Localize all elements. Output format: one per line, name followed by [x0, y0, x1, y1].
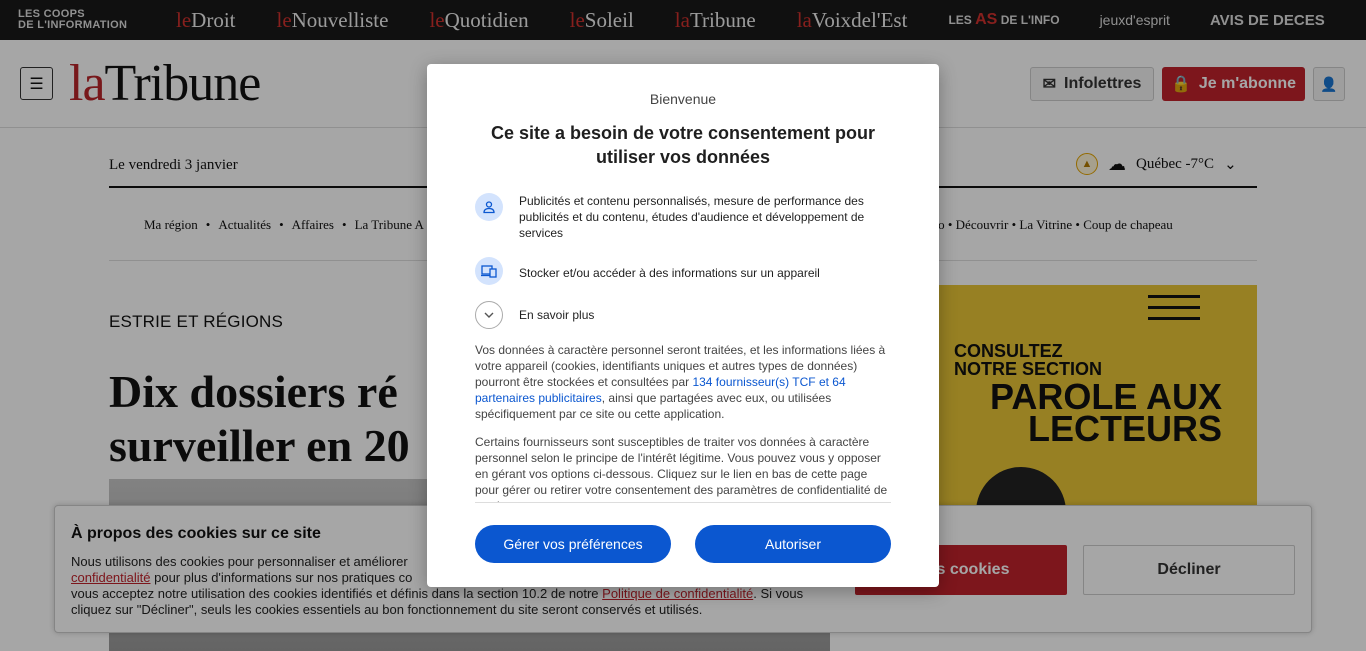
- consent-dialog: Bienvenue Ce site a besoin de votre cons…: [427, 64, 939, 587]
- consent-title: Ce site a besoin de votre consentement p…: [490, 123, 876, 167]
- consent-welcome: Bienvenue: [649, 91, 717, 107]
- manage-preferences-button[interactable]: Gérer vos préférences: [475, 525, 671, 563]
- allow-button[interactable]: Autoriser: [695, 525, 891, 563]
- consent-paragraph-1: Vos données à caractère personnel seront…: [475, 343, 886, 421]
- consent-paragraph-2: Certains fournisseurs sont susceptibles …: [475, 435, 888, 502]
- purpose-personalized-ads: Publicités et contenu personnalisés, mes…: [475, 193, 879, 241]
- purpose-device-storage: Stocker et/ou accéder à des informations…: [475, 257, 879, 285]
- devices-icon: [475, 257, 503, 285]
- person-icon: [475, 193, 503, 221]
- chevron-down-icon: [475, 301, 503, 329]
- divider: [475, 502, 891, 503]
- consent-details-scroll[interactable]: Vos données à caractère personnel seront…: [475, 342, 891, 502]
- learn-more-toggle[interactable]: En savoir plus: [475, 301, 594, 329]
